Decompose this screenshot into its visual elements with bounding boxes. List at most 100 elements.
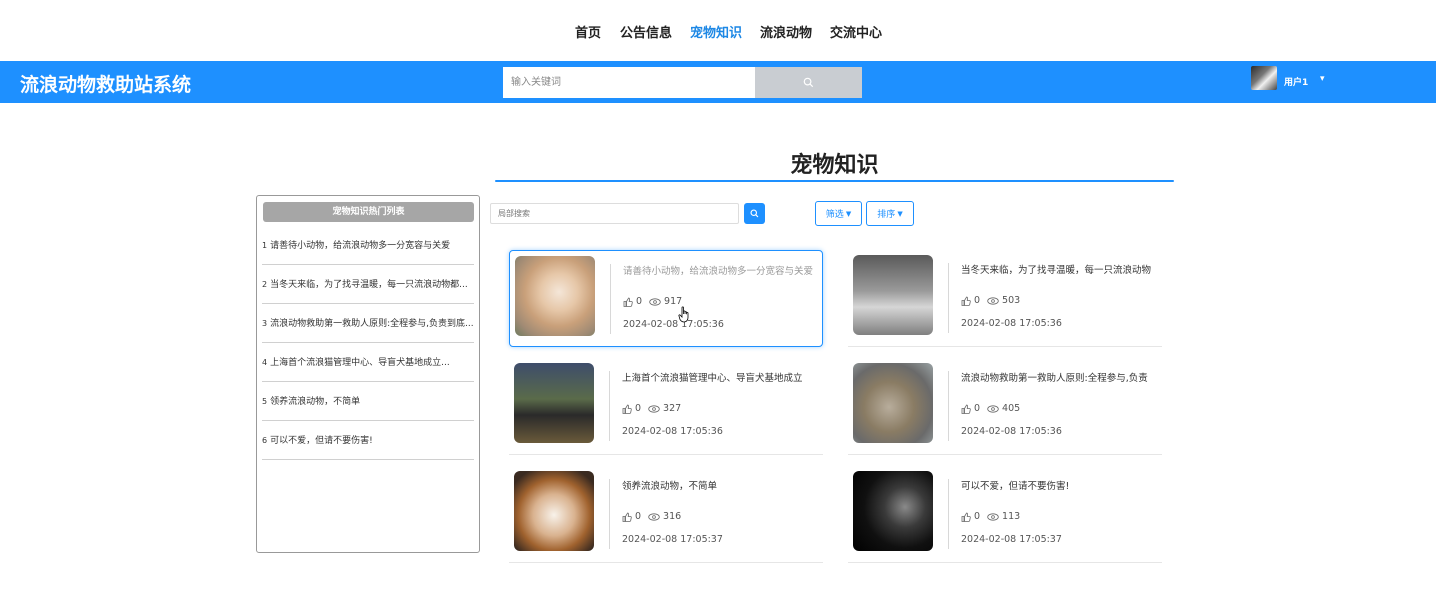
card-title: 可以不爱，但请不要伤害!: [961, 481, 1070, 492]
hot-list-text: 上海首个流浪猫管理中心、导盲犬基地成立...: [270, 358, 450, 368]
hot-list-text: 领养流浪动物，不简单: [270, 397, 361, 407]
street-cat-photo: [853, 255, 933, 335]
view-count: 405: [1002, 403, 1021, 414]
search-input[interactable]: [503, 67, 755, 98]
card-title: 流浪动物救助第一救助人原则:全程参与,负责: [961, 373, 1148, 384]
article-card[interactable]: 上海首个流浪猫管理中心、导盲犬基地成立 0 327 2024-02-08 17:…: [509, 358, 823, 455]
thumbs-up-icon: [961, 512, 971, 522]
dark-cat-photo: [853, 471, 933, 551]
hot-list-index: 4: [262, 358, 268, 367]
thumbs-up-icon: [961, 404, 971, 414]
card-stats: 0 405: [961, 403, 1020, 414]
filter-dropdown[interactable]: 筛选 ▼: [815, 201, 862, 226]
like-count: 0: [974, 295, 981, 306]
card-divider: [948, 263, 949, 333]
sort-dropdown[interactable]: 排序 ▼: [866, 201, 914, 226]
hot-list-title: 宠物知识热门列表: [263, 202, 474, 222]
view-count: 316: [663, 511, 682, 522]
card-date: 2024-02-08 17:05:36: [961, 426, 1062, 437]
card-divider: [610, 264, 611, 334]
card-divider: [609, 371, 610, 441]
eye-icon: [649, 297, 661, 306]
like-count: 0: [635, 511, 642, 522]
card-divider: [948, 371, 949, 441]
hot-list-item[interactable]: 6 可以不爱，但请不要伤害!: [262, 421, 474, 460]
thumbs-up-icon: [961, 296, 971, 306]
hot-list-panel: 宠物知识热门列表 1 请善待小动物，给流浪动物多一分宽容与关爱 2 当冬天来临，为了…: [256, 195, 480, 553]
filter-label: 筛选: [825, 210, 844, 220]
hot-list-text: 请善待小动物，给流浪动物多一分宽容与关爱: [270, 241, 451, 251]
two-cats-photo: [853, 363, 933, 443]
search-icon: [750, 209, 759, 218]
card-date: 2024-02-08 17:05:36: [961, 318, 1062, 329]
article-card[interactable]: 请善待小动物，给流浪动物多一分宽容与关爱 0 917 2024-02-08 17…: [509, 250, 823, 347]
hand-cursor-icon: [678, 306, 689, 323]
eye-icon: [648, 512, 660, 521]
nav-item-stray-animals[interactable]: 流浪动物: [760, 22, 812, 41]
article-card[interactable]: 流浪动物救助第一救助人原则:全程参与,负责 0 405 2024-02-08 1…: [848, 358, 1162, 455]
card-date: 2024-02-08 17:05:37: [961, 534, 1062, 545]
nav-item-forum[interactable]: 交流中心: [830, 22, 882, 41]
hot-list-item[interactable]: 3 流浪动物救助第一救助人原则:全程参与,负责到底...: [262, 304, 474, 343]
nav-item-home[interactable]: 首页: [575, 22, 601, 41]
nav-item-pet-knowledge[interactable]: 宠物知识: [690, 22, 742, 41]
view-count: 327: [663, 403, 682, 414]
avatar[interactable]: [1251, 66, 1277, 90]
eye-icon: [987, 512, 999, 521]
hot-list-index: 2: [262, 280, 268, 289]
card-date: 2024-02-08 17:05:37: [622, 534, 723, 545]
pomeranian-photo: [515, 256, 595, 336]
card-stats: 0 113: [961, 511, 1020, 522]
nav-item-announcements[interactable]: 公告信息: [620, 22, 672, 41]
chevron-down-icon[interactable]: ▾: [1320, 74, 1325, 84]
view-count: 113: [1002, 511, 1021, 522]
eye-icon: [987, 404, 999, 413]
thumbs-up-icon: [622, 404, 632, 414]
page-title: 宠物知识: [790, 153, 879, 178]
top-nav: 首页 公告信息 宠物知识 流浪动物 交流中心: [0, 0, 1436, 61]
card-stats: 0 327: [622, 403, 681, 414]
local-search-button[interactable]: [744, 203, 765, 224]
eye-icon: [987, 296, 999, 305]
like-count: 0: [636, 296, 643, 307]
card-date: 2024-02-08 17:05:36: [623, 319, 724, 330]
hot-list-text: 可以不爱，但请不要伤害!: [270, 436, 373, 446]
thumbs-up-icon: [622, 512, 632, 522]
hot-list-item[interactable]: 1 请善待小动物，给流浪动物多一分宽容与关爱: [262, 226, 474, 265]
article-card[interactable]: 领养流浪动物，不简单 0 316 2024-02-08 17:05:37: [509, 466, 823, 563]
article-card[interactable]: 可以不爱，但请不要伤害! 0 113 2024-02-08 17:05:37: [848, 466, 1162, 563]
like-count: 0: [974, 403, 981, 414]
thumbs-up-icon: [623, 297, 633, 307]
hot-list-item[interactable]: 5 领养流浪动物，不简单: [262, 382, 474, 421]
card-title: 领养流浪动物，不简单: [622, 481, 718, 492]
card-divider: [948, 479, 949, 549]
like-count: 0: [974, 511, 981, 522]
hot-list-index: 5: [262, 397, 268, 406]
header-bar: 流浪动物救助站系统 用户1 ▾: [0, 61, 1436, 103]
hot-list-index: 6: [262, 436, 268, 445]
caret-down-icon: ▼: [897, 209, 903, 218]
username[interactable]: 用户1: [1284, 75, 1308, 88]
card-title: 请善待小动物，给流浪动物多一分宽容与关爱: [623, 266, 814, 277]
card-date: 2024-02-08 17:05:36: [622, 426, 723, 437]
title-underline: [495, 180, 1174, 182]
caret-down-icon: ▼: [845, 209, 852, 218]
chihuahua-photo: [514, 471, 594, 551]
rottweiler-photo: [514, 363, 594, 443]
hot-list-item[interactable]: 2 当冬天来临，为了找寻温暖，每一只流浪动物都...: [262, 265, 474, 304]
sort-label: 排序: [877, 210, 896, 220]
article-card[interactable]: 当冬天来临，为了找寻温暖，每一只流浪动物 0 503 2024-02-08 17…: [848, 250, 1162, 347]
search-button[interactable]: [755, 67, 862, 98]
local-search-input[interactable]: [490, 203, 739, 224]
card-stats: 0 316: [622, 511, 681, 522]
card-stats: 0 917: [623, 296, 682, 307]
hot-list-text: 流浪动物救助第一救助人原则:全程参与,负责到底...: [270, 319, 474, 329]
eye-icon: [648, 404, 660, 413]
view-count: 503: [1002, 295, 1021, 306]
site-title: 流浪动物救助站系统: [20, 74, 192, 96]
search-icon: [803, 77, 814, 88]
card-stats: 0 503: [961, 295, 1020, 306]
card-divider: [609, 479, 610, 549]
hot-list-item[interactable]: 4 上海首个流浪猫管理中心、导盲犬基地成立...: [262, 343, 474, 382]
like-count: 0: [635, 403, 642, 414]
